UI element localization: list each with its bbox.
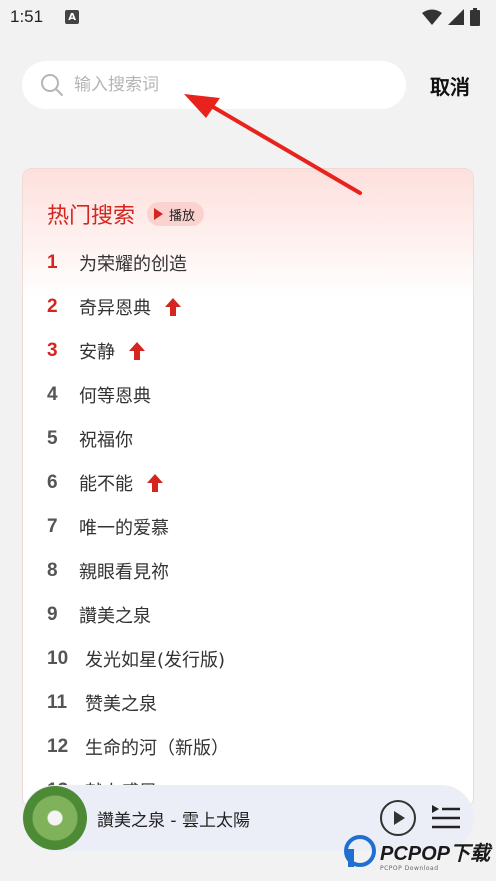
search-icon <box>41 74 63 96</box>
cancel-button[interactable]: 取消 <box>430 71 470 100</box>
trending-up-icon <box>147 474 163 492</box>
rank-number: 11 <box>47 692 68 713</box>
play-all-button[interactable]: 播放 <box>147 202 205 226</box>
song-title: 能不能 <box>79 474 133 495</box>
playlist-icon <box>432 805 460 829</box>
rank-number: 10 <box>47 648 69 669</box>
wifi-icon <box>422 9 442 25</box>
hot-search-item[interactable]: 11 赞美之泉 <box>23 681 473 725</box>
song-title: 生命的河（新版） <box>85 738 229 759</box>
rank-number: 2 <box>47 296 58 317</box>
hot-search-header: 热门搜索 播放 <box>23 169 473 233</box>
play-all-label: 播放 <box>169 207 196 223</box>
search-box[interactable] <box>22 61 406 109</box>
battery-icon <box>470 8 480 26</box>
rank-number: 1 <box>47 252 58 273</box>
song-title: 親眼看見祢 <box>79 562 169 583</box>
song-title: 奇异恩典 <box>79 298 151 319</box>
hot-search-item[interactable]: 8 親眼看見祢 <box>23 549 473 593</box>
signal-icon <box>448 9 464 25</box>
trending-up-icon <box>165 298 181 316</box>
watermark: PCPOP下载 PCPOP Download <box>344 835 491 872</box>
hot-search-item[interactable]: 9 讚美之泉 <box>23 593 473 637</box>
song-title: 赞美之泉 <box>85 694 157 715</box>
hot-search-list: 1 为荣耀的创造 2 奇异恩典 3 安静 4 何等恩典 5 祝福你 6 能不能 7 唯一的爱慕 8 親眼看見祢… <box>23 233 473 807</box>
album-art[interactable] <box>23 786 87 850</box>
hot-search-item[interactable]: 3 安静 <box>23 329 473 373</box>
rank-number: 9 <box>47 604 58 625</box>
hot-search-item[interactable]: 12 生命的河（新版） <box>23 725 473 769</box>
player-play-button[interactable] <box>380 800 416 836</box>
status-icons <box>422 8 480 26</box>
now-playing-title[interactable]: 讚美之泉 - 雲上太陽 <box>97 806 380 831</box>
song-title: 为荣耀的创造 <box>79 254 187 275</box>
play-icon <box>394 811 405 825</box>
status-time: 1:51 <box>10 7 44 26</box>
rank-number: 3 <box>47 340 58 361</box>
hot-search-item[interactable]: 7 唯一的爱慕 <box>23 505 473 549</box>
trending-up-icon <box>129 342 145 360</box>
search-input[interactable] <box>74 75 374 95</box>
rank-number: 8 <box>47 560 58 581</box>
watermark-brand: PCPOP下载 <box>380 842 491 865</box>
rank-number: 4 <box>47 384 58 405</box>
hot-search-item[interactable]: 1 为荣耀的创造 <box>23 241 473 285</box>
play-icon <box>154 208 164 220</box>
watermark-sub: PCPOP Download <box>380 865 439 872</box>
playlist-button[interactable] <box>432 805 460 831</box>
song-title: 发光如星(发行版) <box>85 650 226 671</box>
hot-search-card: 热门搜索 播放 1 为荣耀的创造 2 奇异恩典 3 安静 4 何等恩典 5 祝福你 6 能不能 7 唯一的… <box>22 168 474 808</box>
pcpop-logo-icon <box>344 835 376 867</box>
song-title: 安静 <box>79 342 115 363</box>
hot-search-item[interactable]: 5 祝福你 <box>23 417 473 461</box>
song-title: 讚美之泉 <box>79 606 151 627</box>
rank-number: 6 <box>47 472 58 493</box>
hot-search-item[interactable]: 6 能不能 <box>23 461 473 505</box>
hot-search-title: 热门搜索 <box>47 204 136 229</box>
rank-number: 5 <box>47 428 58 449</box>
notification-a-icon: A <box>65 10 80 24</box>
hot-search-item[interactable]: 10 发光如星(发行版) <box>23 637 473 681</box>
song-title: 祝福你 <box>79 430 133 451</box>
song-title: 何等恩典 <box>79 386 151 407</box>
rank-number: 12 <box>47 736 69 757</box>
hot-search-item[interactable]: 4 何等恩典 <box>23 373 473 417</box>
hot-search-item[interactable]: 2 奇异恩典 <box>23 285 473 329</box>
rank-number: 7 <box>47 516 58 537</box>
song-title: 唯一的爱慕 <box>79 518 169 539</box>
status-bar: 1:51 A <box>0 0 496 34</box>
search-row: 取消 <box>22 60 482 110</box>
